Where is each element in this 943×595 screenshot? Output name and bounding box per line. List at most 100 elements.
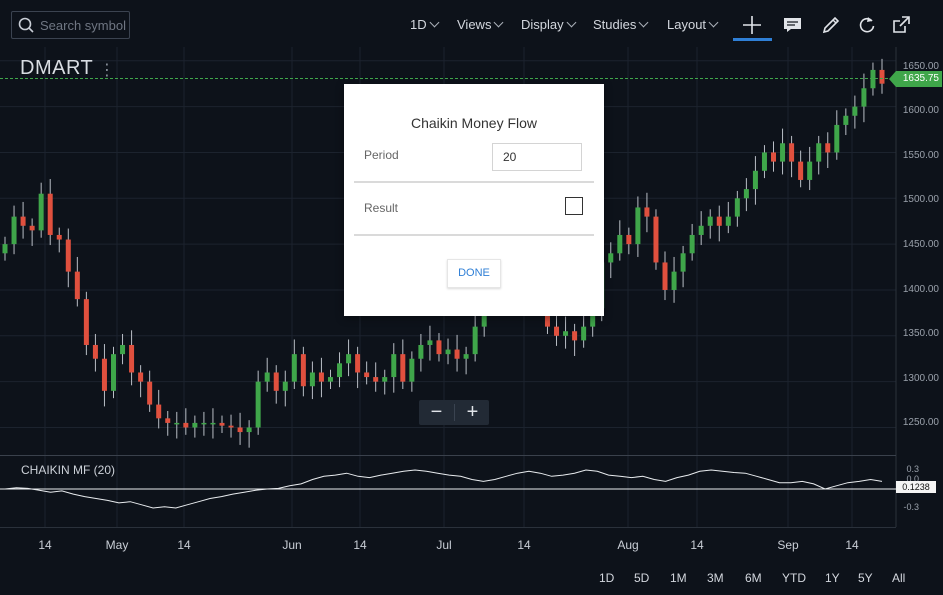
candle-body — [825, 143, 831, 153]
candle-body — [780, 143, 786, 162]
candle-body — [644, 207, 650, 217]
candle-body — [101, 358, 107, 391]
candle-body — [879, 69, 885, 84]
time-tick: 14 — [38, 538, 52, 552]
price-tick: 1500.00 — [902, 194, 939, 205]
range-6m[interactable]: 6M — [745, 571, 762, 585]
candle-body — [698, 225, 704, 235]
range-1d[interactable]: 1D — [599, 571, 614, 585]
zoom-out-button[interactable]: − — [419, 400, 454, 425]
last-price-badge: 1635.75 — [889, 71, 942, 87]
candle-body — [74, 271, 80, 300]
candle-body — [327, 377, 333, 382]
time-tick: 14 — [177, 538, 191, 552]
candle-body — [255, 381, 261, 428]
candle-body — [309, 372, 315, 387]
time-axis-line — [0, 527, 896, 528]
candle-body — [554, 326, 560, 336]
range-ytd[interactable]: YTD — [782, 571, 806, 585]
candle-body — [436, 340, 442, 355]
price-tick: 1250.00 — [902, 417, 939, 428]
range-1y[interactable]: 1Y — [825, 571, 840, 585]
candle-body — [183, 422, 189, 428]
candle-body — [743, 189, 749, 199]
symbol-label: DMART — [20, 57, 94, 79]
candle-body — [472, 326, 478, 355]
symbol-menu-icon[interactable]: ⋮ — [99, 60, 115, 80]
candle-body — [445, 349, 451, 355]
candle-body — [300, 354, 306, 387]
range-1m[interactable]: 1M — [670, 571, 687, 585]
time-tick: 14 — [353, 538, 367, 552]
candle-body — [807, 161, 813, 180]
candle-body — [192, 422, 198, 428]
price-tick: 1300.00 — [902, 373, 939, 384]
candle-body — [680, 253, 686, 272]
indicator-label[interactable]: CHAIKIN MF (20) — [21, 463, 115, 477]
candle-body — [11, 216, 17, 245]
range-5d[interactable]: 5D — [634, 571, 649, 585]
candle-body — [228, 425, 234, 428]
time-tick: May — [105, 538, 129, 552]
pane-separator[interactable] — [0, 455, 896, 456]
range-all[interactable]: All — [892, 571, 905, 585]
candle-body — [201, 422, 207, 425]
candle-body — [156, 404, 162, 419]
candle-body — [120, 344, 126, 355]
candle-body — [834, 124, 840, 153]
candle-body — [83, 299, 89, 345]
candle-body — [237, 427, 243, 433]
candle-body — [653, 216, 659, 263]
candle-body — [210, 422, 216, 425]
candle-body — [635, 207, 641, 245]
candle-body — [563, 331, 569, 336]
indicator-tick: -0.3 — [903, 502, 919, 512]
candle-body — [291, 354, 297, 382]
candle-body — [273, 372, 279, 391]
candle-body — [409, 358, 415, 382]
candle-body — [427, 340, 433, 345]
candle-body — [581, 326, 587, 341]
candle-body — [318, 372, 324, 382]
price-tick: 1350.00 — [902, 328, 939, 339]
candle-body — [734, 198, 740, 217]
result-checkbox[interactable] — [565, 197, 583, 215]
candle-body — [752, 170, 758, 190]
candle-body — [789, 143, 795, 162]
candle-body — [454, 349, 460, 359]
candle-body — [463, 354, 469, 359]
candle-body — [608, 253, 614, 263]
candle-body — [725, 216, 731, 226]
indicator-value-badge: 0.1238 — [896, 481, 936, 493]
range-3m[interactable]: 3M — [707, 571, 724, 585]
candle-body — [843, 115, 849, 125]
candle-body — [110, 354, 116, 391]
candle-body — [391, 354, 397, 378]
candle-body — [219, 422, 225, 426]
candle-body — [337, 363, 343, 378]
zoom-in-button[interactable]: + — [455, 400, 490, 425]
dialog-divider — [354, 234, 594, 236]
candle-body — [129, 344, 135, 373]
candle-body — [771, 152, 777, 162]
candle-body — [165, 418, 171, 423]
time-tick: Aug — [617, 538, 639, 552]
price-tick: 1400.00 — [902, 284, 939, 295]
candle-body — [617, 234, 623, 254]
period-input[interactable] — [492, 143, 582, 171]
candle-body — [174, 422, 180, 425]
time-tick: 14 — [517, 538, 531, 552]
dialog-title: Chaikin Money Flow — [410, 115, 538, 131]
time-tick: Jul — [436, 538, 452, 552]
done-button[interactable]: DONE — [447, 259, 501, 288]
candle-body — [816, 143, 822, 162]
price-tick: 1550.00 — [902, 150, 939, 161]
candle-body — [29, 225, 35, 231]
candle-body — [852, 106, 858, 116]
candle-body — [92, 344, 98, 359]
candle-body — [56, 234, 62, 240]
price-tick: 1450.00 — [902, 239, 939, 250]
candle-body — [2, 244, 8, 254]
time-tick: Sep — [777, 538, 799, 552]
range-5y[interactable]: 5Y — [858, 571, 873, 585]
